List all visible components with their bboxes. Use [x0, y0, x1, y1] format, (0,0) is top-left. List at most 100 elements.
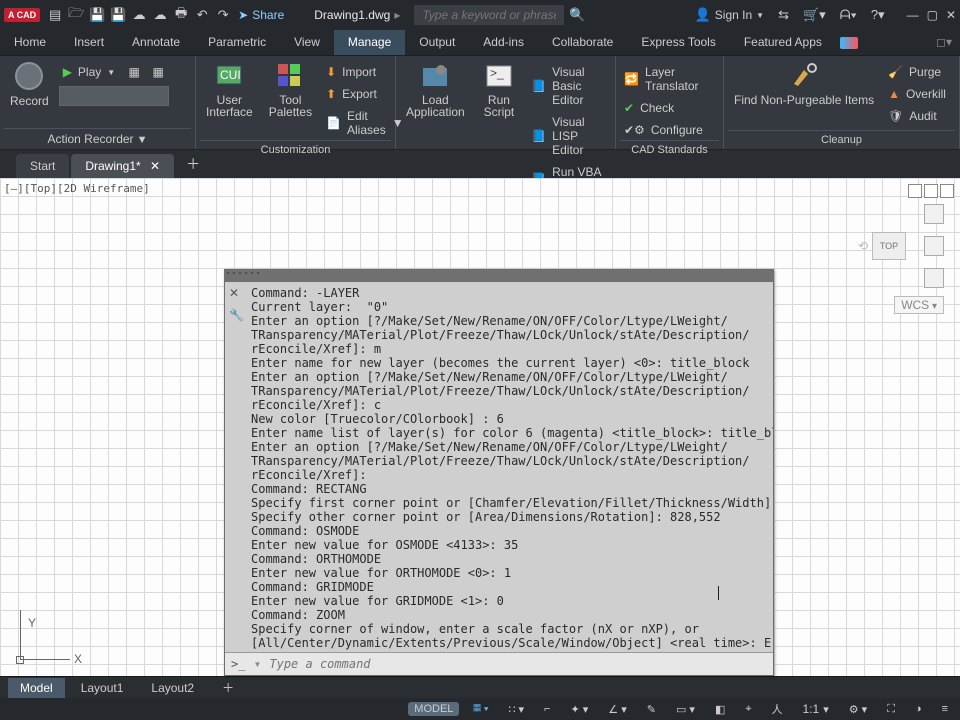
status-scale[interactable]: 1:1 ▾ — [797, 701, 835, 717]
tab-output[interactable]: Output — [405, 30, 469, 55]
viewport-close-icon[interactable] — [940, 184, 954, 198]
find-nonpurgeable-button[interactable]: Find Non-Purgeable Items — [728, 58, 880, 110]
tab-view[interactable]: View — [280, 30, 334, 55]
layout-tab-layout2[interactable]: Layout2 — [139, 678, 206, 698]
saveas-icon[interactable]: 💾 — [109, 6, 127, 24]
plot-icon[interactable]: 🖶 — [172, 6, 190, 24]
close-icon[interactable]: ✕ — [946, 8, 956, 22]
signin-button[interactable]: 👤 Sign In ▼ — [695, 7, 764, 23]
ribbon-collapse-icon[interactable]: ◻▾ — [928, 30, 960, 55]
user-interface-button[interactable]: CUI User Interface — [200, 58, 259, 122]
status-iso-icon[interactable]: ∠ ▾ — [602, 702, 632, 717]
status-lwt-icon[interactable]: ▭ ▾ — [670, 702, 701, 717]
status-ortho-icon[interactable]: ⌐ — [538, 702, 556, 716]
save-icon[interactable]: 💾 — [88, 6, 106, 24]
viewport-min-icon[interactable] — [908, 184, 922, 198]
search-icon[interactable]: 🔍 — [568, 6, 586, 24]
status-customize-icon[interactable]: ≡ — [936, 702, 954, 716]
lisp-editor-button[interactable]: 📘Visual LISP Editor — [527, 112, 611, 160]
layer-translator-button[interactable]: 🔁Layer Translator — [620, 62, 719, 96]
status-transparency-icon[interactable]: ◧ — [709, 702, 731, 717]
overkill-button[interactable]: ▲Overkill — [884, 84, 950, 104]
status-model-toggle[interactable]: MODEL — [408, 702, 459, 716]
wcs-label[interactable]: WCS ▾ — [894, 296, 944, 314]
export-button[interactable]: ⬆Export — [322, 84, 408, 104]
app-icon[interactable]: ᗩ▾ — [840, 7, 857, 23]
status-isolate-icon[interactable]: ◑ — [909, 702, 928, 716]
tab-featured[interactable]: Featured Apps — [730, 30, 836, 55]
command-window-grip[interactable] — [225, 270, 773, 282]
layout-tab-add[interactable]: ＋ — [210, 676, 246, 699]
edit-aliases-button[interactable]: 📄Edit Aliases ▼ — [322, 106, 408, 140]
load-application-button[interactable]: Load Application — [400, 58, 471, 122]
status-max-icon[interactable]: ⛶ — [881, 702, 901, 717]
load-app-icon — [421, 62, 449, 90]
tab-annotate[interactable]: Annotate — [118, 30, 194, 55]
play-button[interactable]: ▶ Play ▼ — [59, 62, 120, 82]
status-cycle-icon[interactable]: ⌖ — [739, 702, 757, 717]
recorder-opt2-icon[interactable]: ▦ — [149, 63, 167, 81]
nav-home-icon[interactable] — [924, 204, 944, 224]
share-button[interactable]: ➤ Share — [238, 8, 284, 22]
tab-home[interactable]: Home — [0, 30, 60, 55]
viewport-max-icon[interactable] — [924, 184, 938, 198]
broom-find-icon — [790, 62, 818, 90]
tab-manage[interactable]: Manage — [334, 30, 405, 55]
nav-compass-icon[interactable] — [924, 268, 944, 288]
keyword-search-input[interactable] — [414, 5, 564, 25]
command-wrench-icon[interactable]: 🔧 — [229, 308, 241, 322]
status-osnap-icon[interactable]: ✎ — [641, 702, 662, 717]
command-close-icon[interactable]: ✕ — [229, 286, 241, 300]
recorder-opt1-icon[interactable]: ▦ — [125, 63, 143, 81]
status-polar-icon[interactable]: ✦ ▾ — [564, 702, 594, 717]
status-grid-icon[interactable]: 𝄜 ▾ — [467, 702, 494, 717]
open-icon[interactable]: 🗁 — [67, 6, 85, 24]
cloud-open-icon[interactable]: ☁ — [130, 6, 148, 24]
record-label: Record — [10, 94, 49, 108]
tab-express[interactable]: Express Tools — [627, 30, 729, 55]
maximize-icon[interactable]: ▢ — [927, 8, 938, 22]
doc-tab-start[interactable]: Start — [16, 154, 69, 178]
import-button[interactable]: ⬇Import — [322, 62, 408, 82]
signin-label: Sign In — [715, 8, 752, 22]
check-button[interactable]: ✔Check — [620, 98, 719, 118]
view-cube[interactable]: TOP — [872, 232, 906, 260]
nav-rotate-icon[interactable]: ⟲ — [858, 239, 868, 253]
macro-select[interactable] — [59, 86, 169, 106]
layout-tab-model[interactable]: Model — [8, 678, 65, 698]
redo-icon[interactable]: ↷ — [214, 6, 232, 24]
cloud-save-icon[interactable]: ☁ — [151, 6, 169, 24]
featured-badge — [840, 37, 858, 49]
status-anno-icon[interactable]: 人 — [766, 700, 789, 718]
status-gear-icon[interactable]: ⚙ ▾ — [843, 702, 873, 717]
cart-icon[interactable]: 🛒▾ — [803, 7, 826, 23]
command-input[interactable] — [269, 657, 767, 671]
doc-tab-drawing1[interactable]: Drawing1* ✕ — [71, 154, 174, 178]
share-icon: ➤ — [238, 8, 248, 22]
layout-tab-layout1[interactable]: Layout1 — [69, 678, 136, 698]
command-window[interactable]: ✕ 🔧 Command: -LAYER Current layer: "0" E… — [224, 269, 774, 676]
palettes-label: Tool Palettes — [269, 94, 312, 118]
exchange-icon[interactable]: ⇆ — [778, 7, 789, 23]
vb-editor-button[interactable]: 📘Visual Basic Editor — [527, 62, 611, 110]
help-icon[interactable]: ?▾ — [871, 7, 885, 23]
undo-icon[interactable]: ↶ — [193, 6, 211, 24]
nav-menu-icon[interactable] — [924, 236, 944, 256]
minimize-icon[interactable]: — — [907, 8, 919, 22]
tab-collaborate[interactable]: Collaborate — [538, 30, 627, 55]
purge-button[interactable]: 🧹Purge — [884, 62, 950, 82]
svg-text:>_: >_ — [490, 66, 504, 80]
configure-button[interactable]: ✔⚙Configure — [620, 120, 719, 140]
viewport-label[interactable]: [–][Top][2D Wireframe] — [4, 182, 150, 195]
record-button[interactable]: Record — [4, 58, 55, 112]
tab-insert[interactable]: Insert — [60, 30, 118, 55]
tab-addins[interactable]: Add-ins — [469, 30, 538, 55]
run-script-button[interactable]: >_ Run Script — [475, 58, 523, 122]
status-snap-icon[interactable]: ∷ ▾ — [502, 702, 530, 717]
tab-parametric[interactable]: Parametric — [194, 30, 280, 55]
close-doc-icon[interactable]: ✕ — [150, 159, 160, 173]
tool-palettes-button[interactable]: Tool Palettes — [263, 58, 318, 122]
new-icon[interactable]: ▤ — [46, 6, 64, 24]
audit-button[interactable]: 🛡Audit — [884, 106, 950, 126]
add-doc-tab[interactable]: ＋ — [176, 150, 210, 178]
